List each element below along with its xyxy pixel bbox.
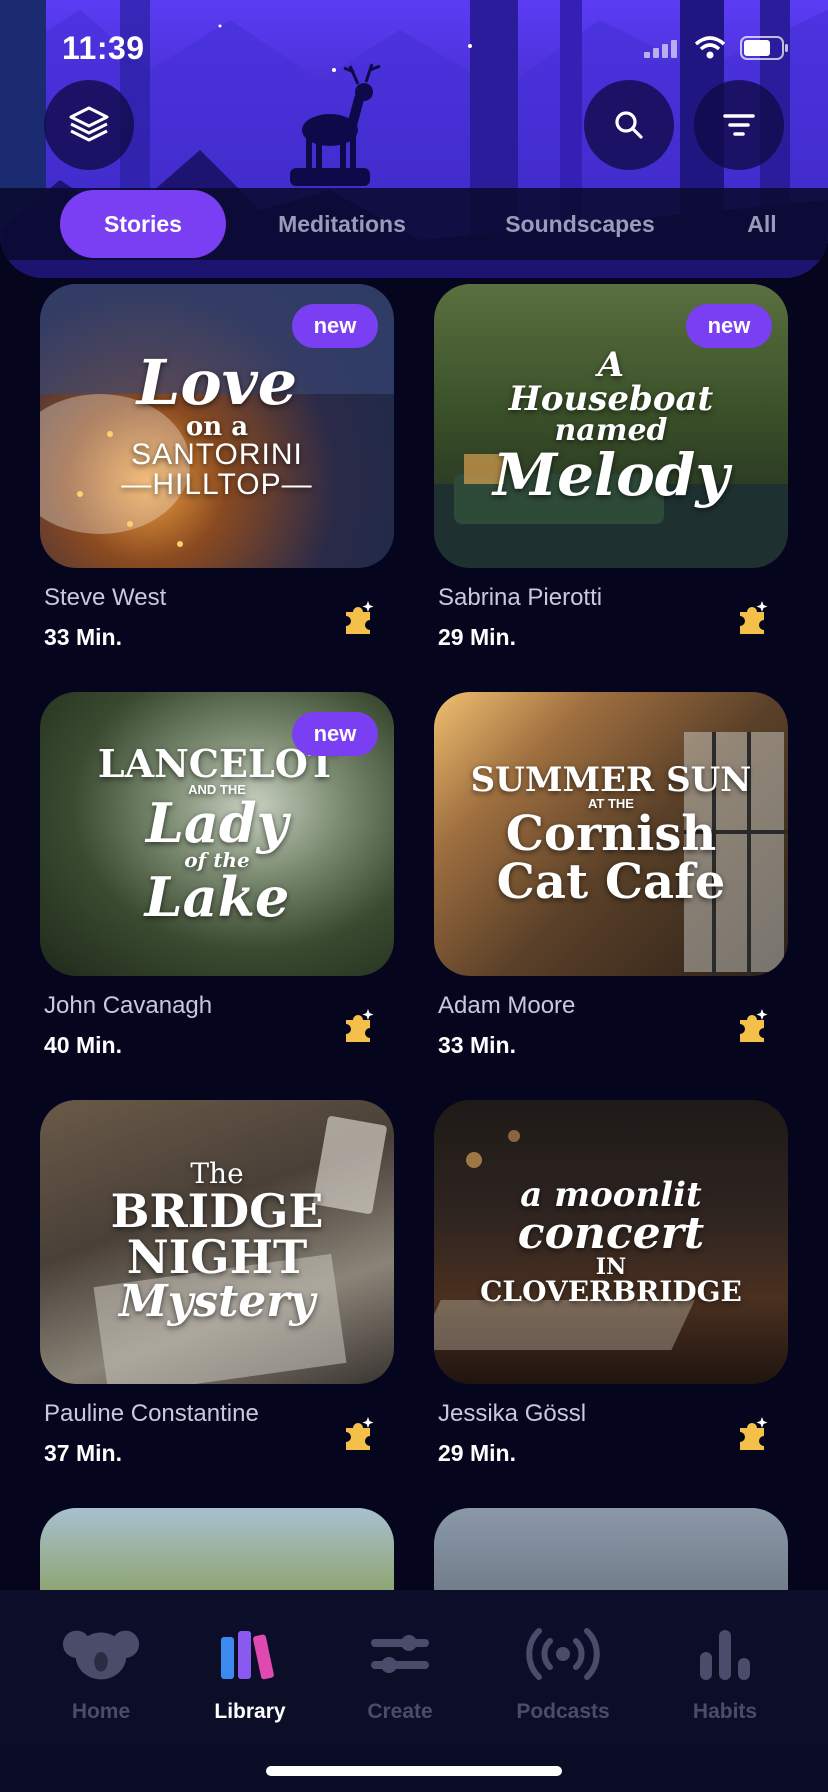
nav-podcasts[interactable]: Podcasts	[488, 1622, 638, 1724]
story-duration: 40 Min.	[44, 1032, 122, 1058]
nav-label: Library	[214, 1700, 286, 1723]
search-icon	[615, 111, 643, 139]
header: 11:39 Stories Meditations Soundscapes Al…	[0, 0, 828, 278]
koala-icon	[62, 1630, 140, 1680]
nav-create[interactable]: Create	[325, 1622, 475, 1724]
new-badge: new	[292, 712, 378, 756]
tab-soundscapes[interactable]: Soundscapes	[478, 188, 682, 260]
tab-stories[interactable]: Stories	[60, 190, 226, 258]
nav-label: Home	[71, 1700, 131, 1723]
cellular-signal-icon	[644, 40, 677, 58]
wifi-icon	[694, 36, 726, 59]
broadcast-icon	[526, 1628, 600, 1680]
nav-library[interactable]: Library	[175, 1622, 325, 1724]
status-bar: 11:39	[0, 0, 828, 96]
filter-icon	[723, 114, 755, 136]
bottom-nav: Home Library Create Podcasts Habits	[0, 1590, 828, 1792]
battery-icon	[740, 36, 788, 60]
sliders-icon	[371, 1635, 429, 1673]
status-time: 11:39	[62, 30, 145, 66]
puzzle-piece-icon[interactable]	[732, 1414, 772, 1454]
nav-label: Create	[367, 1700, 433, 1723]
puzzle-piece-icon[interactable]	[732, 598, 772, 638]
story-duration: 29 Min.	[438, 1440, 516, 1466]
nav-habits[interactable]: Habits	[650, 1622, 800, 1724]
story-author: Pauline Constantine	[44, 1400, 259, 1427]
story-cover[interactable]: The BRIDGE NIGHT Mystery	[40, 1100, 394, 1384]
cover-title: a moonlit concert IN CLOVERBRIDGE	[480, 1175, 742, 1308]
story-author: Adam Moore	[438, 992, 576, 1019]
filter-button[interactable]	[694, 80, 784, 170]
home-indicator	[266, 1766, 562, 1776]
story-duration: 33 Min.	[438, 1032, 516, 1058]
story-cover[interactable]: Love on a SANTORINI —HILLTOP— new	[40, 284, 394, 568]
story-cover[interactable]	[434, 1508, 788, 1590]
story-cover[interactable]: A Houseboat named Melody new	[434, 284, 788, 568]
nav-label: Habits	[692, 1700, 758, 1723]
nav-label: Podcasts	[516, 1700, 610, 1723]
story-duration: 29 Min.	[438, 624, 516, 650]
story-cover[interactable]: a moonlit concert IN CLOVERBRIDGE	[434, 1100, 788, 1384]
tab-all[interactable]: All	[732, 188, 792, 260]
new-badge: new	[292, 304, 378, 348]
story-duration: 37 Min.	[44, 1440, 122, 1466]
story-author: Jessika Gössl	[438, 1400, 587, 1427]
bar-chart-icon	[700, 1630, 750, 1680]
story-author: Sabrina Pierotti	[438, 584, 603, 611]
story-author: John Cavanagh	[44, 992, 213, 1019]
search-button[interactable]	[584, 80, 674, 170]
category-tabs: Stories Meditations Soundscapes All	[0, 188, 828, 260]
story-cover[interactable]	[40, 1508, 394, 1590]
tab-meditations[interactable]: Meditations	[250, 188, 434, 260]
cover-title: SUMMER SUN AT THE Cornish Cat Cafe	[470, 759, 752, 910]
puzzle-piece-icon[interactable]	[338, 1414, 378, 1454]
status-icons	[644, 36, 790, 60]
nav-home[interactable]: Home	[26, 1622, 176, 1724]
story-duration: 33 Min.	[44, 624, 122, 650]
new-badge: new	[686, 304, 772, 348]
cover-title: The BRIDGE NIGHT Mystery	[110, 1157, 324, 1327]
puzzle-piece-icon[interactable]	[338, 598, 378, 638]
story-cover[interactable]: SUMMER SUN AT THE Cornish Cat Cafe	[434, 692, 788, 976]
puzzle-piece-icon[interactable]	[732, 1006, 772, 1046]
layers-icon	[69, 106, 109, 142]
story-author: Steve West	[44, 584, 167, 611]
story-cover[interactable]: LANCELOT AND THE Lady of the Lake new	[40, 692, 394, 976]
collections-button[interactable]	[44, 80, 134, 170]
books-icon	[221, 1631, 274, 1680]
puzzle-piece-icon[interactable]	[338, 1006, 378, 1046]
story-grid: Love on a SANTORINI —HILLTOP— new Steve …	[0, 284, 828, 1590]
